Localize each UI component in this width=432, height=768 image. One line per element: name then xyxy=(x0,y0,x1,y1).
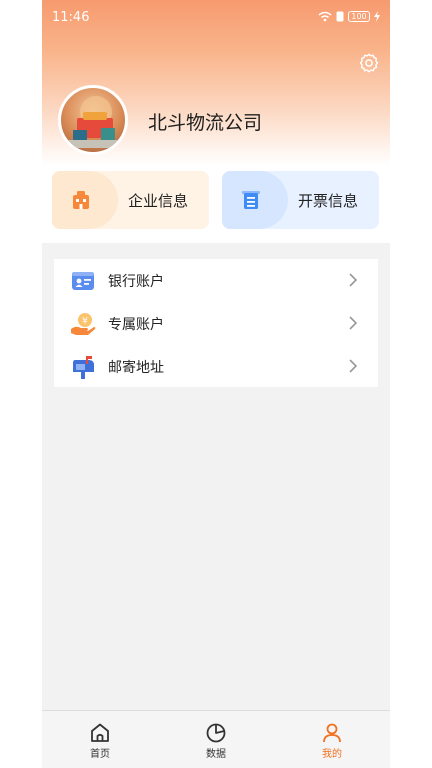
company-info-card[interactable]: 企业信息 xyxy=(52,171,209,229)
chevron-right-icon xyxy=(349,273,358,287)
menu-item-label: 邮寄地址 xyxy=(108,360,164,376)
bank-card-icon xyxy=(72,272,94,290)
tab-label: 数据 xyxy=(206,749,226,760)
menu-item-label: 专属账户 xyxy=(108,317,164,333)
tab-mine[interactable]: 我的 xyxy=(274,711,390,768)
phone-screen: 11:46 100 北斗物流公司 企业信息 开票信息 银行账户 ¥ 专属账户 邮… xyxy=(42,0,390,768)
company-avatar[interactable] xyxy=(58,85,128,155)
menu-item-mailing-address[interactable]: 邮寄地址 xyxy=(54,345,378,388)
coin-hand-icon: ¥ xyxy=(71,313,96,335)
tab-label: 首页 xyxy=(90,749,110,760)
status-time: 11:46 xyxy=(52,10,90,25)
gear-icon[interactable] xyxy=(358,52,380,74)
profile-header: 11:46 100 北斗物流公司 xyxy=(42,0,390,165)
avatar-image xyxy=(69,96,123,148)
building-icon xyxy=(73,191,89,209)
tab-home[interactable]: 首页 xyxy=(42,711,158,768)
user-icon xyxy=(323,723,341,743)
company-info-label: 企业信息 xyxy=(128,192,189,210)
wifi-icon xyxy=(318,11,332,22)
company-name: 北斗物流公司 xyxy=(148,112,263,134)
tab-data[interactable]: 数据 xyxy=(158,711,274,768)
status-bar: 11:46 100 xyxy=(42,0,390,36)
chevron-right-icon xyxy=(349,316,358,330)
pie-chart-icon xyxy=(206,723,226,743)
chevron-right-icon xyxy=(349,359,358,373)
bottom-tab-bar: 首页 数据 我的 xyxy=(42,710,390,768)
menu-item-bank-account[interactable]: 银行账户 xyxy=(54,259,378,302)
mailbox-icon xyxy=(73,356,94,379)
sim-icon xyxy=(336,11,344,22)
svg-text:¥: ¥ xyxy=(82,317,88,327)
invoice-icon xyxy=(242,191,260,209)
home-icon xyxy=(91,723,109,742)
tab-label: 我的 xyxy=(322,749,342,760)
invoice-info-label: 开票信息 xyxy=(298,192,359,210)
charging-icon xyxy=(374,11,380,22)
menu-item-label: 银行账户 xyxy=(108,274,164,290)
account-menu: 银行账户 ¥ 专属账户 邮寄地址 xyxy=(54,259,378,387)
invoice-info-card[interactable]: 开票信息 xyxy=(222,171,379,229)
battery-indicator: 100 xyxy=(348,11,370,22)
status-icons: 100 xyxy=(318,11,380,22)
menu-item-exclusive-account[interactable]: ¥ 专属账户 xyxy=(54,302,378,345)
